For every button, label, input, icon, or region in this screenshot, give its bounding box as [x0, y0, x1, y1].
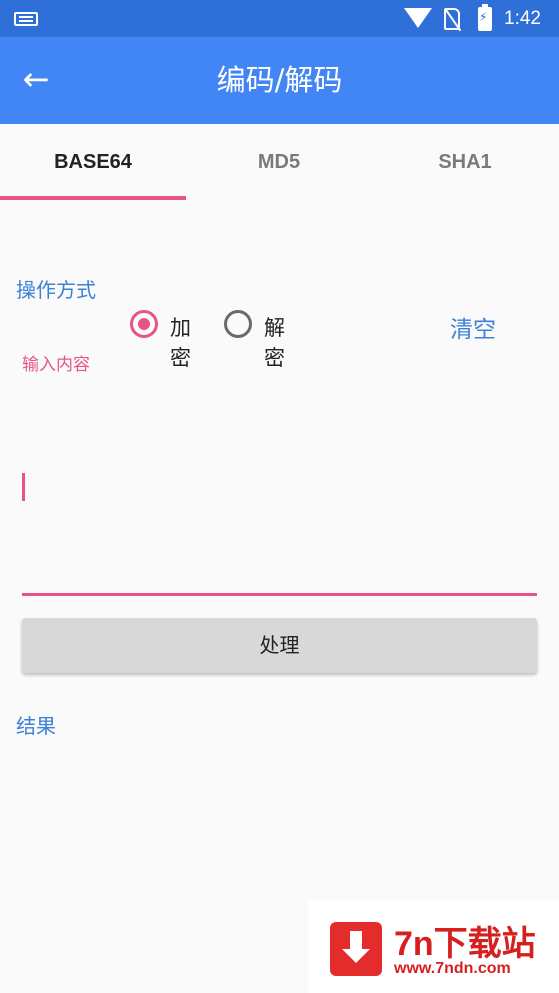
watermark-url: www.7ndn.com — [394, 960, 511, 977]
tab-bar: BASE64 MD5 SHA1 — [0, 124, 559, 200]
encrypt-radio-label[interactable]: 加密 — [170, 312, 191, 372]
page-title: 编码/解码 — [216, 63, 343, 97]
tab-sha1[interactable]: SHA1 — [372, 124, 558, 200]
status-time: 1:42 — [504, 8, 541, 29]
tab-md5[interactable]: MD5 — [186, 124, 372, 200]
process-button[interactable]: 处理 — [22, 618, 537, 673]
input-field[interactable] — [22, 370, 537, 596]
status-bar: 1:42 — [0, 0, 559, 37]
tab-base64[interactable]: BASE64 — [0, 124, 186, 200]
tab-indicator — [0, 196, 186, 200]
watermark-logo: 7n下载站 www.7ndn.com — [308, 900, 559, 993]
download-icon — [330, 922, 382, 976]
keyboard-icon — [14, 12, 38, 26]
operation-label: 操作方式 — [16, 278, 96, 302]
watermark-title: 7n下载站 — [394, 925, 536, 963]
decrypt-radio[interactable] — [224, 310, 252, 338]
clear-button[interactable]: 清空 — [450, 310, 496, 344]
back-button[interactable]: ← — [16, 59, 56, 99]
no-sim-icon — [444, 8, 460, 30]
encrypt-radio[interactable] — [130, 310, 158, 338]
battery-charging-icon — [478, 4, 492, 31]
text-cursor — [22, 473, 25, 501]
result-label: 结果 — [16, 714, 56, 738]
wifi-icon — [404, 8, 432, 28]
arrow-left-icon: ← — [22, 60, 50, 98]
decrypt-radio-label[interactable]: 解密 — [264, 312, 285, 372]
app-bar: 编码/解码 ← — [0, 37, 559, 124]
